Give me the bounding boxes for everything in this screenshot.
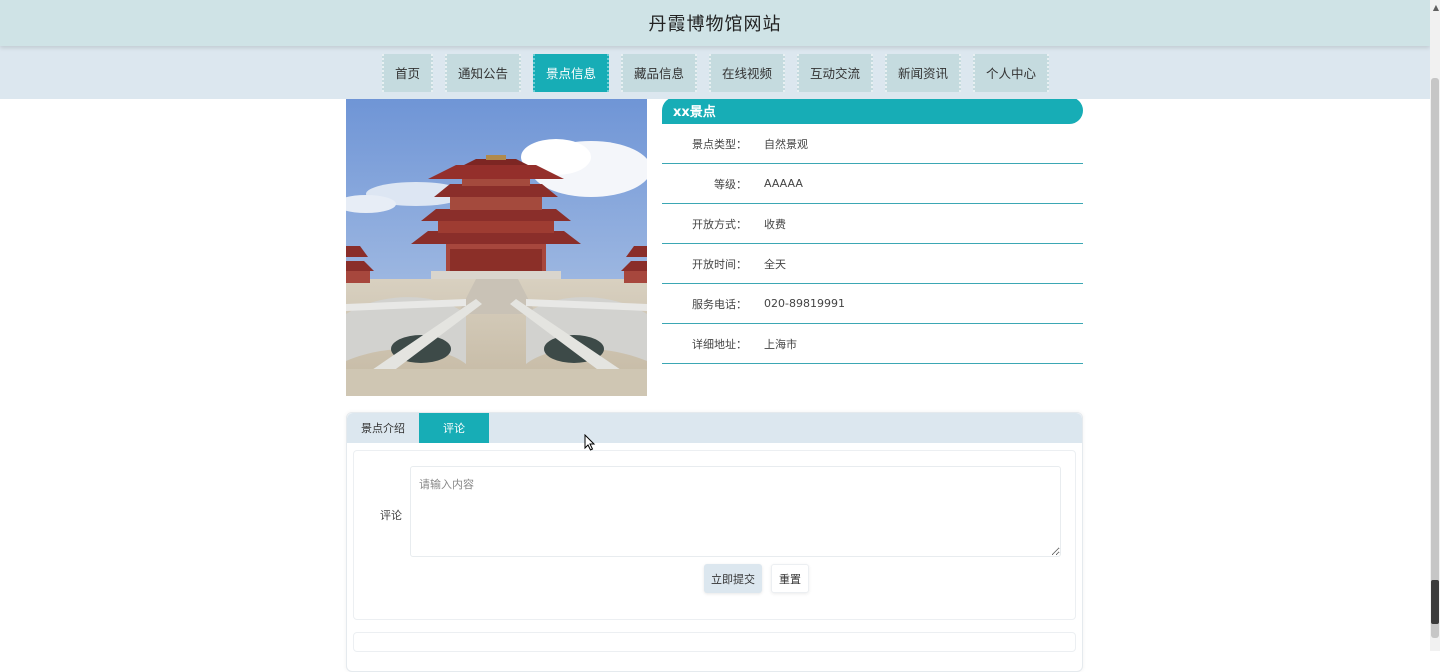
spot-name: xx景点 (662, 97, 1083, 124)
site-header: 丹霞博物馆网站 (0, 0, 1430, 46)
nav-list: 首页 通知公告 景点信息 藏品信息 在线视频 互动交流 新闻资讯 个人中心 (381, 53, 1050, 92)
scrollbar-marker (1431, 580, 1439, 624)
tab-bar: 景点介绍 评论 (347, 413, 1082, 443)
info-label: 开放时间： (692, 257, 747, 271)
info-label: 开放方式： (692, 217, 747, 231)
info-label: 等级： (714, 177, 747, 191)
scrollbar-thumb[interactable] (1431, 78, 1439, 638)
main-nav: 首页 通知公告 景点信息 藏品信息 在线视频 互动交流 新闻资讯 个人中心 (0, 46, 1430, 99)
nav-item-collections[interactable]: 藏品信息 (620, 53, 697, 92)
spot-photo (346, 99, 647, 396)
info-row-level: 等级： AAAAA (662, 164, 1083, 204)
nav-item-notices[interactable]: 通知公告 (444, 53, 521, 92)
nav-item-scenic-spots[interactable]: 景点信息 (532, 53, 609, 92)
tab-comments[interactable]: 评论 (419, 413, 489, 443)
info-value: 全天 (764, 257, 786, 271)
submit-button[interactable]: 立即提交 (704, 564, 762, 593)
nav-item-interaction[interactable]: 互动交流 (797, 53, 874, 92)
comment-label: 评论 (380, 509, 402, 522)
info-value: AAAAA (764, 177, 803, 190)
info-label: 详细地址： (692, 337, 747, 351)
nav-item-home[interactable]: 首页 (381, 53, 433, 92)
detail-tabs: 景点介绍 评论 评论 立即提交 重置 (346, 412, 1083, 672)
info-row-phone: 服务电话： 020-89819991 (662, 284, 1083, 324)
info-row-open-mode: 开放方式： 收费 (662, 204, 1083, 244)
info-row-address: 详细地址： 上海市 (662, 324, 1083, 364)
info-label: 服务电话： (692, 297, 747, 311)
site-title: 丹霞博物馆网站 (648, 14, 782, 35)
nav-item-online-video[interactable]: 在线视频 (709, 53, 786, 92)
nav-item-personal-center[interactable]: 个人中心 (973, 53, 1050, 92)
mouse-cursor-icon (584, 433, 596, 455)
comment-input[interactable] (410, 466, 1061, 557)
info-value: 收费 (764, 217, 786, 231)
tab-introduction[interactable]: 景点介绍 (347, 413, 419, 443)
nav-item-news[interactable]: 新闻资讯 (885, 53, 962, 92)
reset-button[interactable]: 重置 (771, 564, 809, 593)
spot-info: xx景点 景点类型： 自然景观 等级： AAAAA 开放方式： 收费 开放时间：… (662, 97, 1083, 364)
info-row-type: 景点类型： 自然景观 (662, 124, 1083, 164)
info-row-open-time: 开放时间： 全天 (662, 244, 1083, 284)
info-value: 上海市 (764, 337, 797, 351)
info-value: 020-89819991 (764, 297, 845, 310)
page-scrollbar[interactable]: ▲ (1430, 0, 1440, 651)
info-label: 景点类型： (692, 137, 747, 151)
scroll-up-icon[interactable]: ▲ (1433, 3, 1439, 12)
comment-list (353, 632, 1076, 652)
info-value: 自然景观 (764, 137, 808, 151)
comment-form: 评论 立即提交 重置 (353, 450, 1076, 620)
